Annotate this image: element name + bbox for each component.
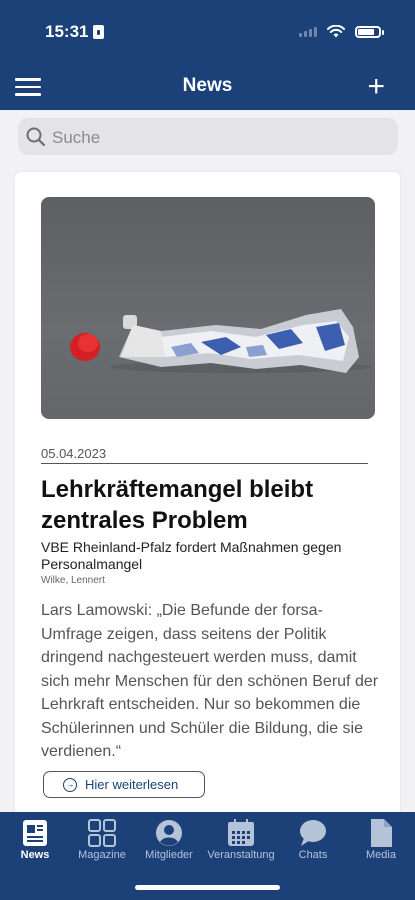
person-icon — [156, 819, 182, 846]
chat-bubble-icon — [300, 819, 326, 846]
tab-mitglieder[interactable]: Mitglieder — [134, 816, 204, 861]
status-time-label: 15:31 — [45, 22, 89, 41]
lock-icon — [93, 25, 105, 39]
tab-veranstaltung-label: Veranstaltung — [207, 849, 275, 861]
tab-magazine-label: Magazine — [78, 849, 126, 861]
tab-veranstaltung[interactable]: Veranstaltung — [206, 816, 276, 861]
arrow-right-circle-icon: → — [63, 777, 77, 792]
home-indicator — [135, 885, 280, 890]
status-time: 15:31 — [45, 22, 105, 42]
tab-magazine[interactable]: Magazine — [67, 816, 137, 861]
tab-chats[interactable]: Chats — [278, 816, 348, 861]
add-icon[interactable]: + — [367, 72, 385, 102]
article-body: Lars Lamowski: „Die Befunde der forsa-Um… — [41, 602, 379, 760]
wifi-icon — [327, 25, 345, 38]
article-headline[interactable]: Lehrkräftemangel bleibt zentrales Proble… — [41, 474, 371, 536]
document-icon — [371, 818, 392, 847]
divider — [41, 463, 368, 464]
tab-news-label: News — [20, 849, 50, 861]
newspaper-icon — [23, 819, 47, 846]
tab-mitglieder-label: Mitglieder — [145, 849, 193, 861]
article-date: 05.04.2023 — [41, 446, 107, 461]
article-image[interactable] — [41, 197, 375, 419]
read-more-label: Hier weiterlesen — [85, 777, 179, 792]
read-more-button[interactable]: → Hier weiterlesen — [43, 771, 205, 798]
calendar-icon — [228, 818, 254, 846]
page-title: News — [182, 75, 233, 96]
tab-chats-label: Chats — [298, 849, 328, 861]
article-author: Wilke, Lennert — [41, 575, 105, 586]
tab-media[interactable]: Media — [346, 816, 415, 861]
cellular-signal-icon — [299, 26, 317, 37]
tab-news[interactable]: News — [0, 816, 70, 861]
top-bar: 15:31 News + — [0, 0, 415, 110]
search-icon — [26, 127, 46, 147]
status-icons — [299, 25, 384, 38]
toothpaste-tube-image — [70, 309, 371, 373]
grid-icon — [88, 818, 116, 847]
article-subheadline: VBE Rheinland-Pfalz fordert Maßnahmen ge… — [41, 539, 342, 572]
search-bar[interactable] — [18, 118, 398, 157]
search-input[interactable] — [50, 118, 384, 157]
tab-media-label: Media — [366, 849, 396, 861]
battery-icon — [355, 25, 384, 38]
